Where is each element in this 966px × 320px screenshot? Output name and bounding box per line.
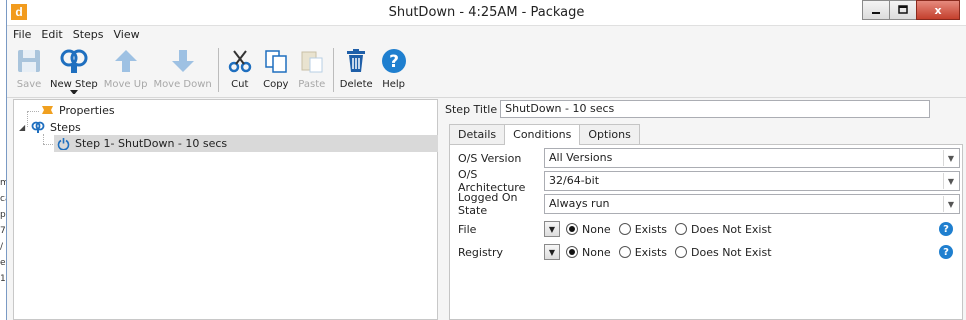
step-title-input[interactable]: ShutDown - 10 secs bbox=[500, 100, 931, 118]
os-version-select[interactable]: All Versions ▼ bbox=[544, 148, 960, 168]
toolbar-separator bbox=[217, 48, 219, 92]
registry-help-icon[interactable]: ? bbox=[939, 245, 953, 259]
move-down-button[interactable]: Move Down bbox=[150, 42, 214, 94]
step-details-panel: Step Title ShutDown - 10 secs Details Co… bbox=[445, 99, 966, 320]
logged-on-state-select[interactable]: Always run ▼ bbox=[544, 194, 960, 214]
save-icon bbox=[18, 50, 40, 72]
tree-item-label: Step 1- ShutDown - 10 secs bbox=[75, 137, 228, 150]
maximize-button[interactable] bbox=[889, 0, 917, 20]
arrow-up-icon bbox=[114, 50, 137, 72]
registry-dropdown-button[interactable]: ▼ bbox=[544, 244, 560, 260]
paste-button[interactable]: Paste bbox=[294, 42, 330, 94]
help-icon: ? bbox=[381, 49, 406, 73]
expander-icon[interactable]: ◢ bbox=[19, 123, 29, 132]
chevron-down-icon: ▼ bbox=[943, 150, 958, 166]
close-icon: x bbox=[934, 3, 942, 17]
tree-item-label: Steps bbox=[50, 121, 81, 134]
registry-radio-none[interactable]: None bbox=[566, 246, 611, 259]
close-button[interactable]: x bbox=[916, 0, 960, 20]
os-version-value: All Versions bbox=[549, 151, 613, 164]
file-radio-does-not-exist[interactable]: Does Not Exist bbox=[675, 223, 772, 236]
new-step-button[interactable]: New Step bbox=[47, 42, 101, 94]
properties-icon bbox=[41, 106, 53, 114]
copy-icon bbox=[265, 50, 287, 73]
scissors-icon bbox=[228, 50, 252, 73]
tab-details[interactable]: Details bbox=[449, 124, 506, 144]
file-radio-none[interactable]: None bbox=[566, 223, 611, 236]
tab-conditions[interactable]: Conditions bbox=[504, 124, 581, 145]
chevron-down-icon: ▼ bbox=[943, 173, 958, 189]
trash-icon bbox=[347, 49, 366, 72]
chevron-down-icon: ▼ bbox=[943, 196, 958, 212]
conditions-panel: O/S Version All Versions ▼ O/S Architect… bbox=[449, 144, 963, 320]
file-dropdown-button[interactable]: ▼ bbox=[544, 221, 560, 237]
tab-options[interactable]: Options bbox=[579, 124, 640, 144]
save-button[interactable]: Save bbox=[11, 42, 47, 94]
step-tree[interactable]: Properties ◢ Steps Step 1- ShutDown - 10… bbox=[13, 99, 438, 320]
tree-item-step-1[interactable]: Step 1- ShutDown - 10 secs bbox=[54, 135, 438, 152]
registry-radio-does-not-exist[interactable]: Does Not Exist bbox=[675, 246, 772, 259]
os-architecture-select[interactable]: 32/64-bit ▼ bbox=[544, 171, 960, 191]
toolbar: Save New Step Move Up Move Down Cut Copy… bbox=[7, 42, 966, 98]
svg-text:?: ? bbox=[389, 52, 399, 72]
maximize-icon bbox=[898, 5, 908, 14]
move-up-button[interactable]: Move Up bbox=[101, 42, 151, 94]
tree-item-label: Properties bbox=[59, 104, 115, 117]
menu-file[interactable]: File bbox=[13, 28, 31, 41]
tree-item-properties[interactable]: Properties bbox=[40, 102, 115, 119]
power-icon bbox=[57, 138, 69, 150]
logged-on-state-label: Logged On State bbox=[458, 191, 518, 217]
menu-edit[interactable]: Edit bbox=[41, 28, 62, 41]
minimize-icon bbox=[872, 12, 880, 14]
file-help-icon[interactable]: ? bbox=[939, 222, 953, 236]
tab-strip: Details Conditions Options bbox=[449, 124, 640, 145]
bg-text: / bbox=[0, 242, 4, 252]
bg-text: e bbox=[0, 258, 6, 268]
menu-bar: File Edit Steps View bbox=[7, 26, 966, 42]
bg-text: p bbox=[0, 210, 6, 220]
tree-item-steps[interactable]: ◢ Steps bbox=[19, 119, 81, 136]
new-step-icon bbox=[60, 49, 88, 73]
app-window: d ShutDown - 4:25AM - Package x File Edi… bbox=[6, 0, 966, 320]
steps-icon bbox=[31, 121, 45, 133]
cut-button[interactable]: Cut bbox=[222, 42, 258, 94]
file-label: File bbox=[458, 222, 477, 236]
window-title: ShutDown - 4:25AM - Package bbox=[388, 5, 585, 20]
menu-steps[interactable]: Steps bbox=[73, 28, 104, 41]
paste-icon bbox=[301, 51, 323, 73]
tree-connector bbox=[27, 111, 39, 112]
delete-button[interactable]: Delete bbox=[337, 42, 376, 94]
chevron-down-icon bbox=[69, 90, 78, 94]
file-radio-exists[interactable]: Exists bbox=[618, 223, 667, 236]
menu-view[interactable]: View bbox=[114, 28, 140, 41]
os-architecture-value: 32/64-bit bbox=[549, 174, 600, 187]
copy-button[interactable]: Copy bbox=[258, 42, 294, 94]
step-title-label: Step Title bbox=[445, 102, 498, 116]
registry-label: Registry bbox=[458, 245, 504, 259]
registry-radio-exists[interactable]: Exists bbox=[618, 246, 667, 259]
help-button[interactable]: ? Help bbox=[376, 42, 412, 94]
logged-on-state-value: Always run bbox=[549, 197, 610, 210]
bg-text: 1 bbox=[0, 274, 6, 284]
title-bar[interactable]: d ShutDown - 4:25AM - Package x bbox=[7, 0, 966, 26]
toolbar-separator bbox=[332, 48, 334, 92]
arrow-down-icon bbox=[171, 50, 194, 72]
bg-text: 7 bbox=[0, 226, 6, 236]
minimize-button[interactable] bbox=[862, 0, 890, 20]
os-version-label: O/S Version bbox=[458, 151, 522, 165]
